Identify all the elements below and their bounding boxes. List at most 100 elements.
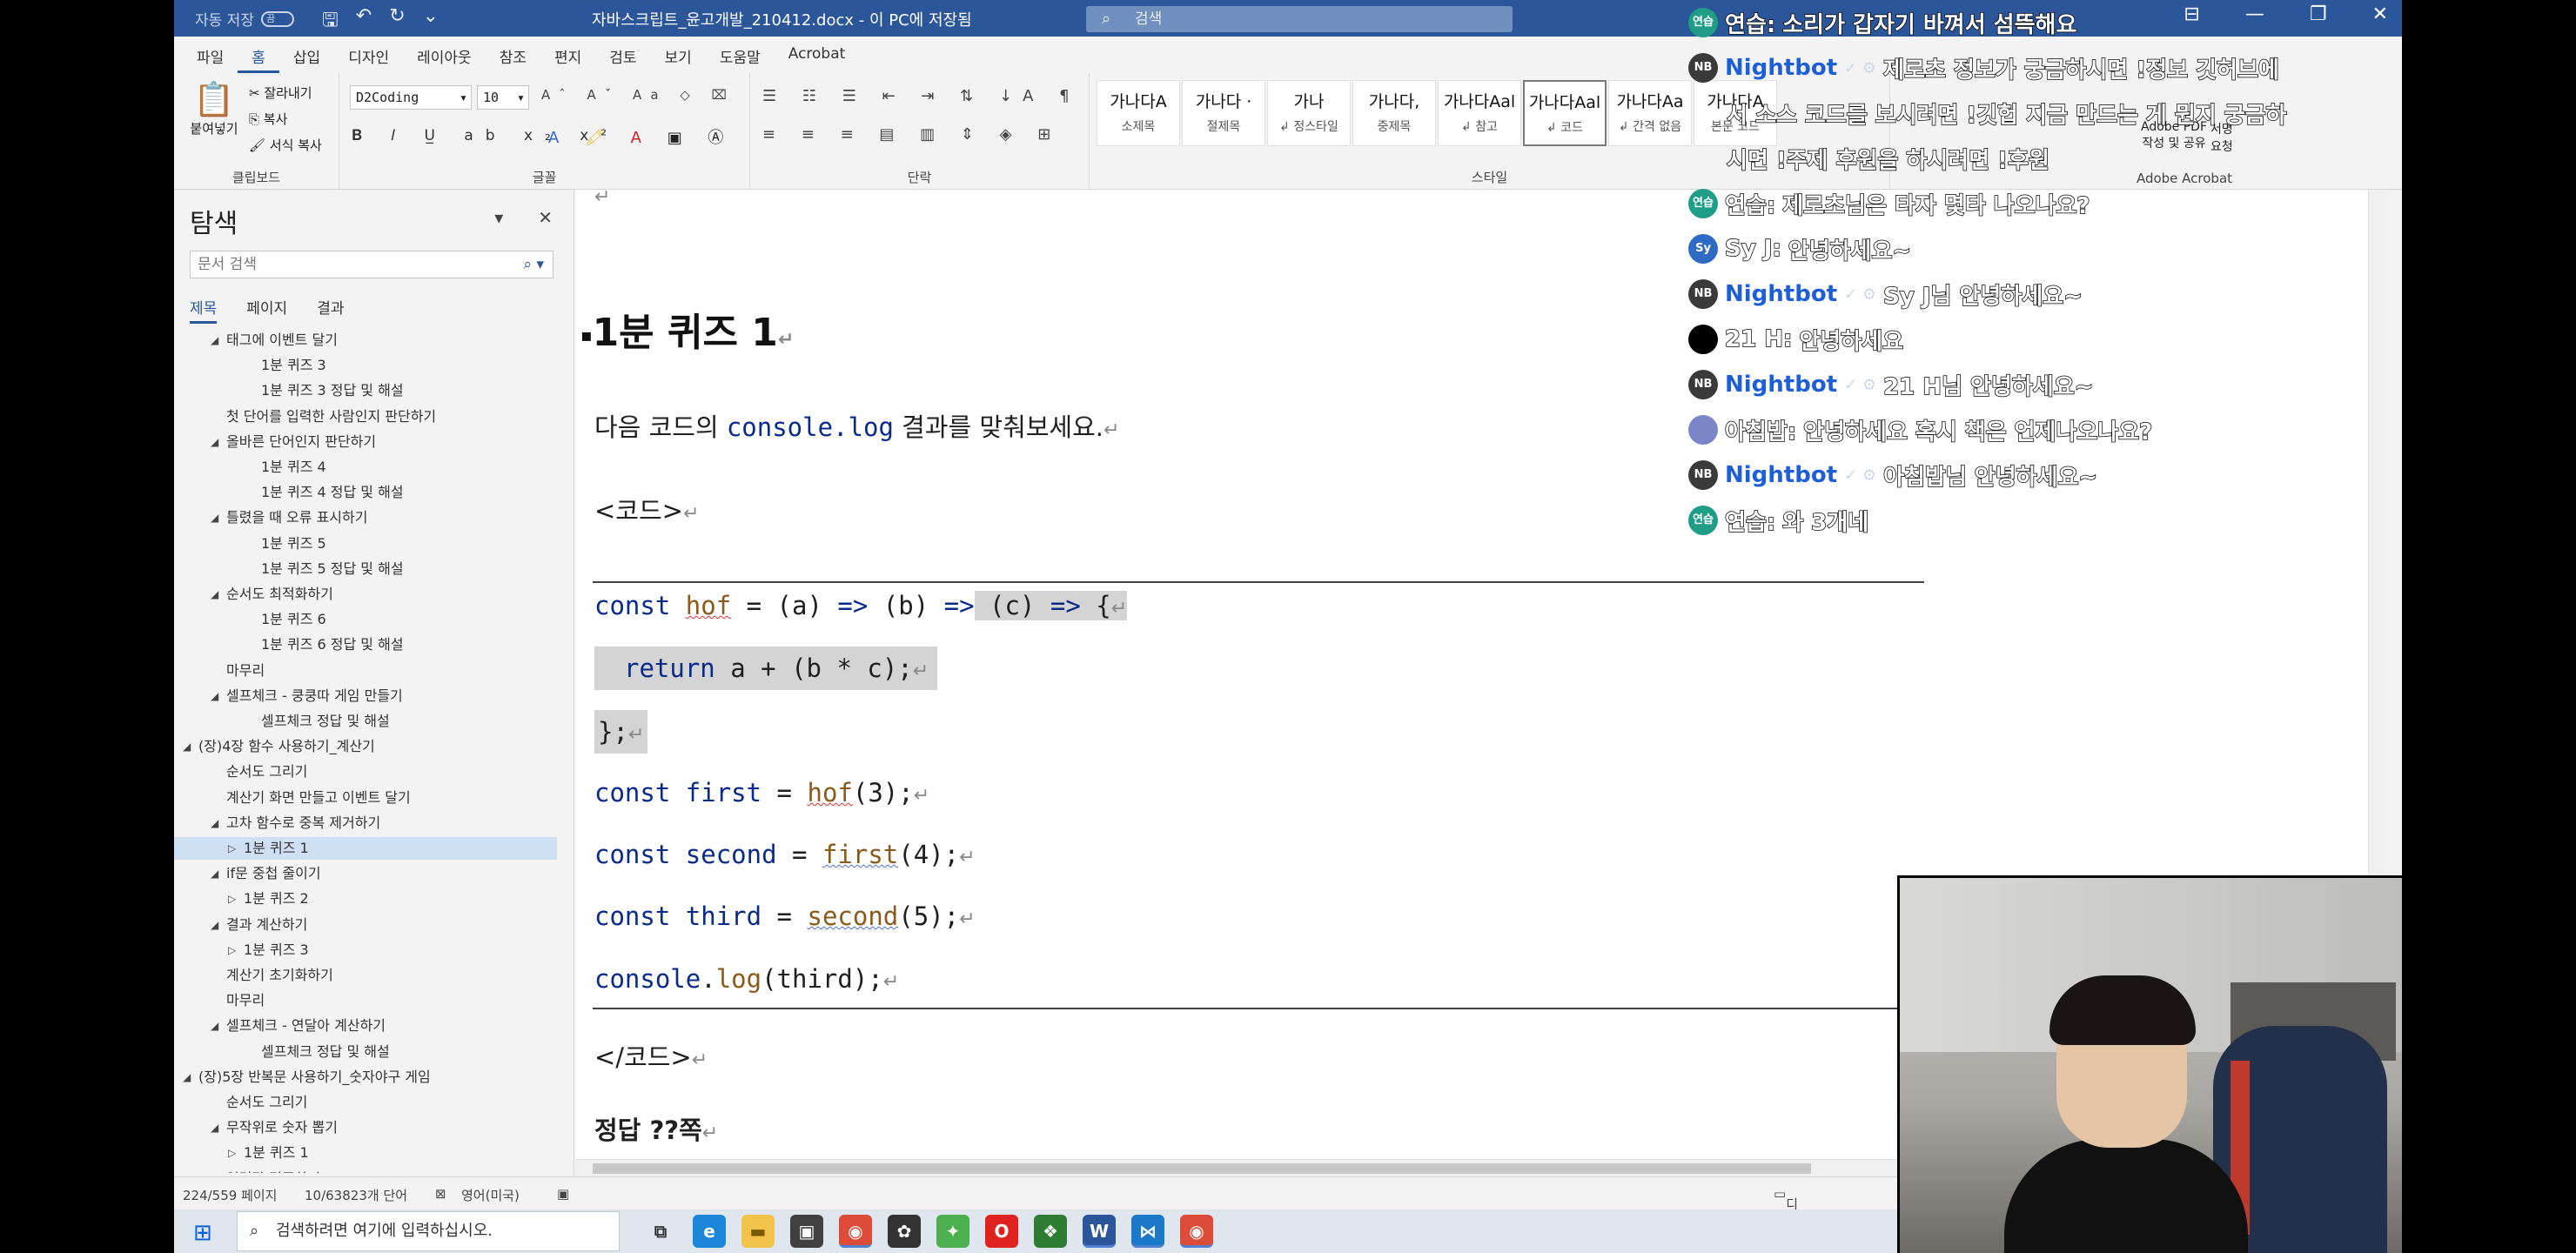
nav-heading-item[interactable]: ▷ 1분 퀴즈 1 [174, 837, 557, 860]
title-search-box[interactable]: ⌕ 검색 [1086, 6, 1513, 32]
store-icon[interactable]: ▣ [790, 1215, 823, 1248]
windows-start-icon[interactable]: ⊞ [193, 1220, 212, 1246]
collapse-arrow-icon[interactable]: ◢ [211, 862, 218, 885]
scrollbar-thumb[interactable] [593, 1163, 1811, 1174]
nav-heading-item[interactable]: ◢ (장)5장 반복문 사용하기_숫자야구 게임 [174, 1066, 566, 1089]
vscode-icon[interactable]: ⋈ [1131, 1215, 1164, 1248]
ribbon-tab[interactable]: 레이아웃 [403, 37, 486, 73]
collapse-arrow-icon[interactable]: ◢ [183, 1066, 191, 1089]
proofing-icon[interactable]: ⊠ [435, 1186, 446, 1202]
nav-tab[interactable]: 제목 [190, 296, 218, 324]
font-size-tools[interactable]: Aˆ Aˇ Aa ◇ ⌧ [541, 87, 735, 103]
style-item[interactable]: 가나다Aal ↲ 참고 [1438, 80, 1521, 146]
nav-heading-item[interactable]: 마무리 [174, 660, 566, 682]
style-item[interactable]: 가나 ↲ 정스타일 [1267, 80, 1351, 146]
nav-heading-item[interactable]: ◢ 순서도 최적화하기 [174, 583, 566, 606]
nav-heading-item[interactable]: 계산기 초기화하기 [174, 964, 566, 987]
style-item[interactable]: 가나다A 소제목 [1097, 80, 1180, 146]
collapse-arrow-icon[interactable]: ◢ [211, 685, 218, 707]
font-size-combo[interactable]: 10 ▾ [477, 85, 529, 110]
nav-heading-item[interactable]: 1분 퀴즈 4 정답 및 해설 [174, 481, 566, 504]
expand-arrow-icon[interactable]: ▷ [228, 837, 236, 860]
font-name-combo[interactable]: D2Coding ▾ [350, 85, 472, 110]
nav-heading-item[interactable]: ◢ (장)4장 함수 사용하기_계산기 [174, 735, 566, 758]
nav-heading-item[interactable]: 1분 퀴즈 5 정답 및 해설 [174, 558, 566, 580]
nav-heading-item[interactable]: 셀프체크 정답 및 해설 [174, 710, 566, 733]
nav-heading-item[interactable]: ◢ 틀렸을 때 오류 표시하기 [174, 506, 566, 529]
close-icon[interactable]: ✕ [538, 207, 553, 228]
expand-arrow-icon[interactable]: ▷ [228, 939, 236, 962]
nav-heading-item[interactable]: ◢ 태그에 이벤트 달기 [174, 329, 566, 352]
nav-heading-item[interactable]: ◢ 셀프체크 - 연달아 계산하기 [174, 1015, 566, 1037]
nav-heading-item[interactable]: ◢ 무작위로 숫자 뽑기 [174, 1116, 566, 1139]
taskbar-search-box[interactable]: ⌕ 검색하려면 여기에 입력하십시오. [237, 1211, 620, 1251]
copy-button[interactable]: ⎘ 복사 [249, 110, 287, 128]
ribbon-tab[interactable]: 삽입 [279, 37, 334, 73]
collapse-arrow-icon[interactable]: ◢ [211, 329, 218, 352]
collapse-arrow-icon[interactable]: ◢ [211, 1015, 218, 1037]
word-icon[interactable]: W [1083, 1215, 1116, 1248]
nav-heading-item[interactable]: 순서도 그리기 [174, 761, 566, 783]
nav-heading-item[interactable]: 1분 퀴즈 3 정답 및 해설 [174, 379, 566, 402]
nav-heading-item[interactable]: ◢ 고차 함수로 중복 제거하기 [174, 812, 566, 834]
customize-qat-icon[interactable]: ⌄ [423, 5, 439, 38]
nav-heading-item[interactable]: 계산기 화면 만들고 이벤트 달기 [174, 787, 566, 809]
nav-heading-item[interactable]: ◢ 올바른 단어인지 판단하기 [174, 431, 566, 453]
ribbon-tab[interactable]: 파일 [183, 37, 238, 73]
collapse-arrow-icon[interactable]: ◢ [211, 914, 218, 936]
nav-heading-item[interactable]: ◢ 셀프체크 - 쿵쿵따 게임 만들기 [174, 685, 566, 707]
ribbon-tab[interactable]: 참조 [486, 37, 540, 73]
paste-button[interactable]: 📋 붙여넣기 [188, 80, 240, 137]
nav-tab[interactable]: 결과 [317, 296, 344, 324]
collapse-arrow-icon[interactable]: ◢ [211, 431, 218, 453]
ribbon-tab[interactable]: 보기 [651, 37, 706, 73]
language[interactable]: 영어(미국) [461, 1186, 520, 1204]
ribbon-tab[interactable]: 디자인 [334, 37, 403, 73]
collapse-arrow-icon[interactable]: ◢ [211, 812, 218, 834]
display-settings[interactable]: ▭ 디스플 [1774, 1186, 1798, 1249]
nav-tab[interactable]: 페이지 [246, 296, 287, 324]
file-explorer-icon[interactable]: ▬ [741, 1215, 775, 1248]
format-painter-button[interactable]: 🖌 서식 복사 [249, 136, 322, 154]
nav-heading-item[interactable]: 입력값 검증하기 [174, 1168, 566, 1173]
expand-arrow-icon[interactable]: ▷ [228, 888, 236, 910]
nav-heading-item[interactable]: 1분 퀴즈 5 [174, 533, 566, 555]
search-icon[interactable]: ⌕ ▾ [524, 251, 544, 278]
accessibility-icon[interactable]: ▣ [557, 1186, 569, 1202]
nav-heading-item[interactable]: 1분 퀴즈 3 [174, 354, 566, 377]
ribbon-tab[interactable]: 홈 [238, 37, 279, 73]
task-view-icon[interactable]: ⧉ [644, 1215, 677, 1248]
nav-heading-item[interactable]: 마무리 [174, 989, 566, 1012]
nav-heading-item[interactable]: 1분 퀴즈 6 정답 및 해설 [174, 633, 566, 656]
undo-icon[interactable]: ↶ [356, 5, 372, 38]
app-icon[interactable]: ✦ [936, 1215, 969, 1248]
ribbon-tab[interactable]: 검토 [595, 37, 650, 73]
app-icon[interactable]: ❖ [1034, 1215, 1067, 1248]
style-item[interactable]: 가나다Aa ↲ 간격 없음 [1608, 80, 1692, 146]
opera-icon[interactable]: O [985, 1215, 1018, 1248]
cut-button[interactable]: ✂ 잘라내기 [249, 84, 312, 102]
nav-heading-item[interactable]: 셀프체크 정답 및 해설 [174, 1041, 566, 1063]
nav-heading-item[interactable]: 1분 퀴즈 6 [174, 608, 566, 631]
collapse-arrow-icon[interactable]: ◢ [183, 735, 191, 758]
nav-heading-item[interactable]: ◢ if문 중첩 줄이기 [174, 862, 566, 885]
nav-heading-item[interactable]: ◢ 결과 계산하기 [174, 914, 566, 936]
ribbon-tab[interactable]: Acrobat [775, 37, 860, 73]
collapse-arrow-icon[interactable]: ◢ [211, 583, 218, 606]
edge-icon[interactable]: e [693, 1215, 726, 1248]
nav-heading-item[interactable]: 첫 단어를 입력한 사람인지 판단하기 [174, 405, 566, 428]
redo-icon[interactable]: ↻ [389, 5, 405, 38]
ribbon-tab[interactable]: 편지 [540, 37, 595, 73]
save-icon[interactable]: 🖫 [322, 5, 339, 38]
collapse-arrow-icon[interactable]: ◢ [211, 1116, 218, 1139]
nav-heading-item[interactable]: 1분 퀴즈 4 [174, 456, 566, 479]
list-buttons[interactable]: ☰ ☷ ☰ ⇤ ⇥ ⇅ ↓A ¶ [762, 87, 1080, 105]
page-count[interactable]: 224/559 페이지 [183, 1186, 277, 1204]
autosave-toggle[interactable]: 자동 저장 끔 [195, 8, 294, 30]
chrome-icon[interactable]: ◉ [839, 1215, 872, 1248]
nav-heading-item[interactable]: 순서도 그리기 [174, 1091, 566, 1114]
nav-options-icon[interactable]: ▾ [494, 207, 503, 228]
word-count[interactable]: 10/63823개 단어 [305, 1186, 407, 1204]
nav-heading-item[interactable]: ▷ 1분 퀴즈 2 [174, 888, 566, 910]
style-item[interactable]: 가나다 · 절제목 [1182, 80, 1265, 146]
